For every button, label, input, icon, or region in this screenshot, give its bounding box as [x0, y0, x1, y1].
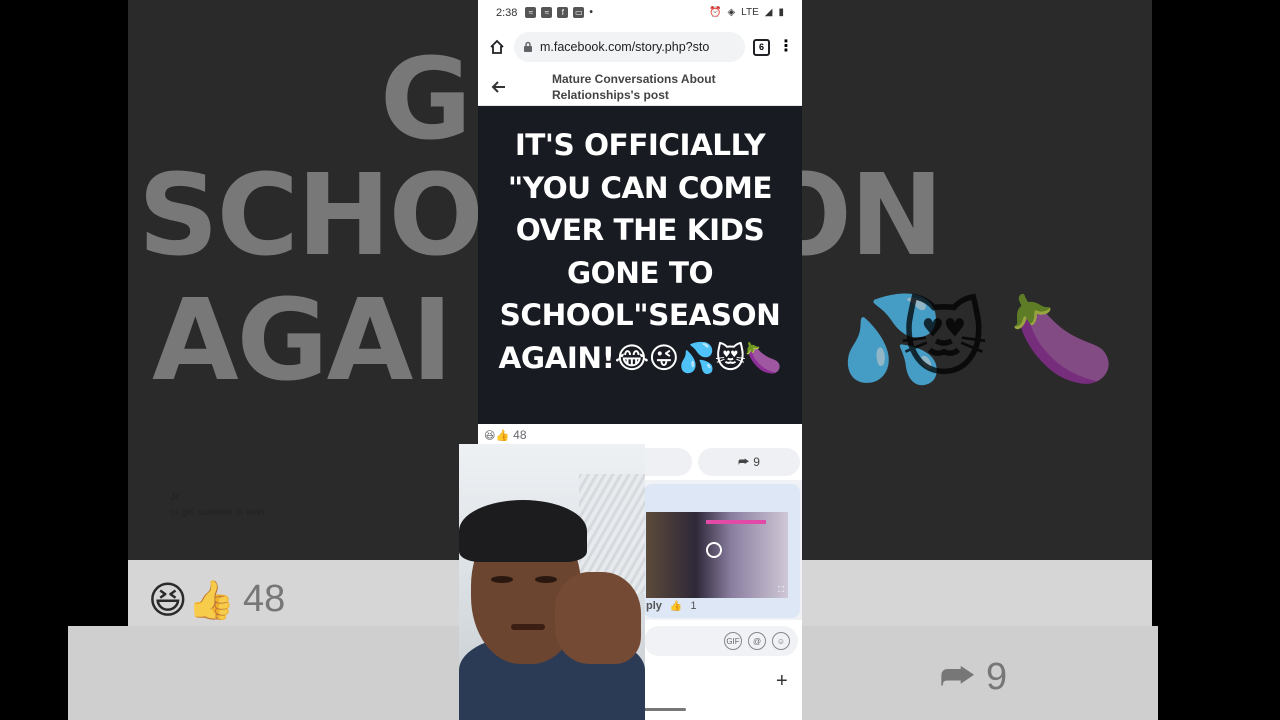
- webcam-person-mouth: [511, 624, 545, 630]
- comment-input[interactable]: GIF @ ☺: [644, 626, 798, 656]
- share-button[interactable]: ⮫ 9: [698, 448, 800, 476]
- post-image[interactable]: IT'S OFFICIALLY "YOU CAN COME OVER THE K…: [478, 106, 802, 424]
- like-reaction-icon: 👍: [669, 600, 683, 612]
- reactions-summary[interactable]: 😆👍 48: [478, 424, 802, 446]
- background-share-count: ⮫ 9: [940, 656, 1008, 698]
- status-time: 2:38: [496, 6, 518, 19]
- background-reaction-icons: 😆👍: [148, 580, 235, 622]
- share-icon: ⮫: [738, 454, 750, 469]
- webcam-person-eye-right: [535, 576, 557, 583]
- background-text-line3: AGAI: [152, 276, 453, 406]
- overflow-menu-icon[interactable]: ⋮: [778, 39, 794, 55]
- url-text: m.facebook.com/story.php?sto: [540, 40, 710, 54]
- reply-link[interactable]: ply: [646, 600, 662, 612]
- background-share-count-value: 9: [985, 656, 1008, 698]
- post-image-text: IT'S OFFICIALLY "YOU CAN COME OVER THE K…: [498, 128, 782, 375]
- network-label: LTE: [741, 7, 759, 18]
- gesture-nav-handle[interactable]: [638, 708, 686, 711]
- back-arrow-icon[interactable]: [490, 78, 508, 96]
- tab-switcher-button[interactable]: 6: [753, 38, 770, 56]
- comment-text: ot girl summer is over: [170, 507, 266, 518]
- add-plus-icon[interactable]: +: [776, 670, 788, 693]
- battery-icon: ▮: [778, 7, 784, 18]
- background-heart-eyes-cat-emoji: 😻: [900, 292, 988, 386]
- webcam-person-beanie: [459, 500, 587, 562]
- reaction-icons: 😆👍: [484, 429, 510, 442]
- tab-count: 6: [758, 42, 764, 52]
- reactions-count: 48: [513, 428, 527, 442]
- more-notifications-dot-icon: •: [589, 7, 593, 18]
- background-reactions-count: 48: [243, 578, 286, 620]
- gif-icon[interactable]: GIF: [724, 632, 742, 650]
- lock-icon: [524, 41, 532, 52]
- fullscreen-icon[interactable]: ⛶: [778, 585, 784, 595]
- mention-icon[interactable]: @: [748, 632, 766, 650]
- background-eggplant-emoji: 🍆: [1010, 292, 1115, 386]
- comment-video-thumbnail[interactable]: ⛶: [646, 512, 788, 598]
- webcam-person-hand: [555, 572, 641, 664]
- comment-author[interactable]: Jr.: [170, 492, 181, 502]
- webcam-overlay: [459, 444, 645, 720]
- play-icon[interactable]: [706, 542, 722, 558]
- post-header-title: Mature Conversations About Relationships…: [552, 72, 716, 102]
- messenger-icon-2: ≈: [541, 7, 553, 18]
- vibrate-icon: ◈: [727, 7, 736, 18]
- browser-toolbar: m.facebook.com/story.php?sto 6 ⋮: [478, 25, 802, 69]
- signal-icon: ◢: [764, 7, 773, 18]
- home-icon[interactable]: [488, 38, 506, 56]
- alarm-icon: ⏰: [709, 7, 722, 18]
- post-header: Mature Conversations About Relationships…: [478, 69, 802, 106]
- messenger-icon: ≈: [525, 7, 537, 18]
- share-count: 9: [753, 455, 760, 469]
- webcam-person-eye-left: [491, 576, 513, 583]
- facebook-icon: f: [557, 7, 569, 18]
- system-icons: ⏰ ◈ LTE ◢ ▮: [709, 7, 784, 18]
- gallery-icon: ▭: [573, 7, 585, 18]
- address-bar[interactable]: m.facebook.com/story.php?sto: [514, 32, 745, 62]
- comment-like-count: 1: [690, 600, 697, 612]
- notification-icons: ≈ ≈ f ▭ •: [525, 7, 593, 18]
- comment-reply-row: ply 👍 1: [646, 600, 696, 612]
- emoji-icon[interactable]: ☺: [772, 632, 790, 650]
- neon-light: [706, 520, 766, 524]
- status-bar: 2:38 ≈ ≈ f ▭ • ⏰ ◈ LTE ◢ ▮: [478, 0, 802, 25]
